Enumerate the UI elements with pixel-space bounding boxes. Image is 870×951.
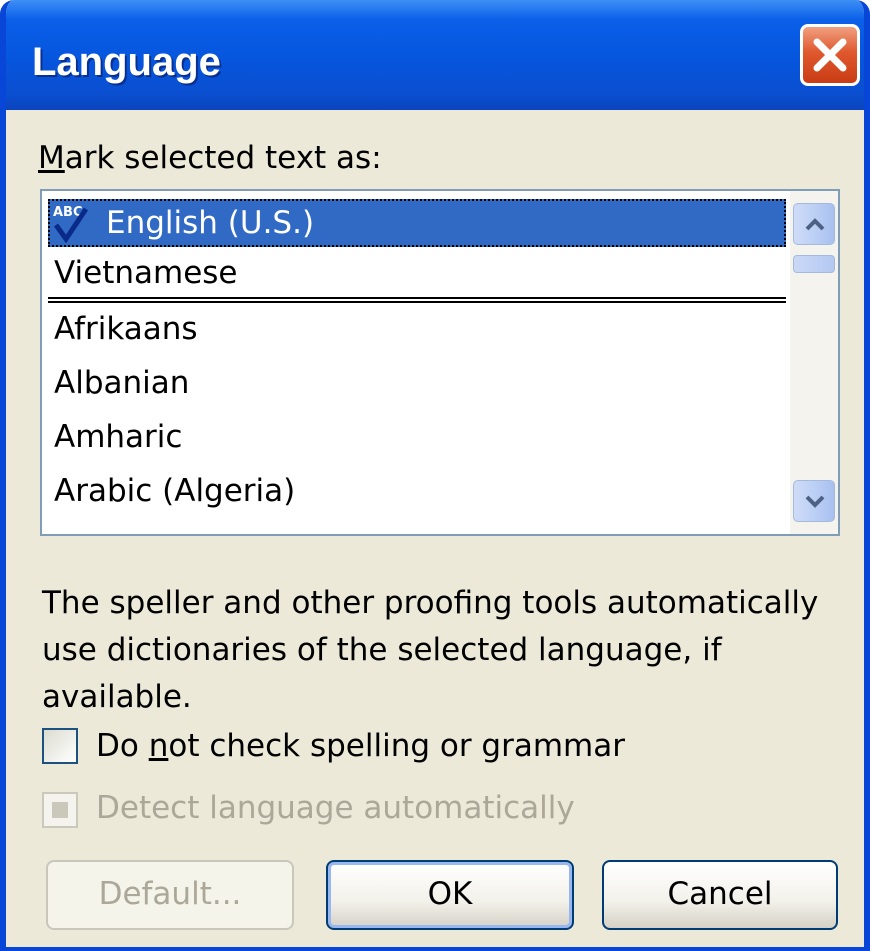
- list-item[interactable]: Vietnamese: [48, 249, 786, 297]
- close-button[interactable]: [800, 24, 860, 86]
- list-item-label: Vietnamese: [54, 255, 238, 291]
- listbox-scrollbar[interactable]: [790, 191, 838, 534]
- window-title: Language: [32, 40, 221, 84]
- scroll-up-button[interactable]: [793, 203, 835, 245]
- detect-language-label[interactable]: Detect language automatically: [96, 790, 575, 826]
- list-item-label: Afrikaans: [54, 311, 198, 347]
- title-bar[interactable]: Language: [6, 0, 864, 110]
- scroll-thumb[interactable]: [793, 255, 835, 273]
- list-item[interactable]: Arabic (Algeria): [48, 467, 786, 515]
- no-check-spelling-checkbox[interactable]: [42, 728, 78, 764]
- cancel-button[interactable]: Cancel: [602, 860, 838, 930]
- ok-button[interactable]: OK: [326, 860, 574, 930]
- checkbox-indeterminate-mark: [52, 802, 68, 818]
- description-text: The speller and other proofing tools aut…: [42, 585, 819, 715]
- default-button[interactable]: Default...: [46, 860, 294, 930]
- list-item[interactable]: Afrikaans: [48, 305, 786, 353]
- scroll-down-button[interactable]: [793, 480, 835, 522]
- close-icon: [813, 38, 847, 72]
- spelling-check-icon: ABC: [53, 205, 89, 243]
- chevron-down-icon: [805, 495, 825, 508]
- mark-selected-label: Mark selected text as:: [38, 140, 382, 176]
- language-dialog: Language Mark selected text as: ABC Engl…: [0, 0, 870, 951]
- list-separator: [48, 297, 786, 299]
- list-separator: [48, 301, 786, 303]
- no-check-spelling-label[interactable]: Do not check spelling or grammar: [96, 728, 625, 764]
- detect-language-checkbox[interactable]: [42, 792, 78, 828]
- list-item-label: Amharic: [54, 419, 183, 455]
- list-item[interactable]: Amharic: [48, 413, 786, 461]
- language-listbox[interactable]: ABC English (U.S.) Vietnamese Afrikaans …: [40, 189, 840, 536]
- list-item-label: English (U.S.): [106, 205, 315, 241]
- list-item-label: Arabic (Algeria): [54, 473, 296, 509]
- list-item-selected[interactable]: ABC English (U.S.): [48, 199, 786, 247]
- list-item[interactable]: Albanian: [48, 359, 786, 407]
- chevron-up-icon: [805, 218, 825, 231]
- list-item-label: Albanian: [54, 365, 190, 401]
